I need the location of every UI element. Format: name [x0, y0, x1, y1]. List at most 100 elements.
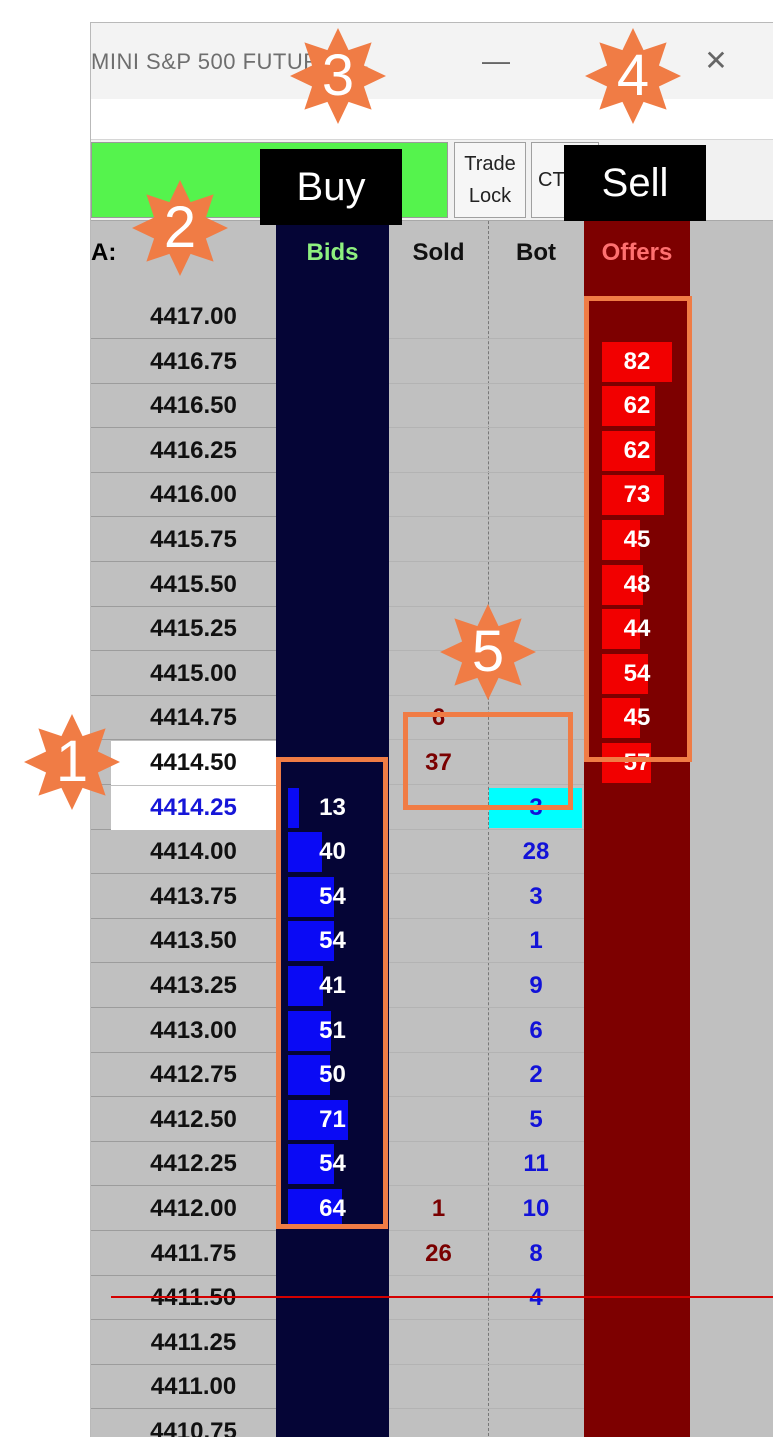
- price-cell[interactable]: 4415.25: [91, 607, 276, 651]
- bot-cell: [488, 518, 584, 562]
- price-cell[interactable]: 4414.50: [111, 741, 276, 785]
- price-cell[interactable]: 4410.75: [91, 1410, 276, 1437]
- offers-callout-box: [584, 296, 692, 762]
- bot-cell: [488, 340, 584, 384]
- bid-cell[interactable]: [276, 652, 389, 696]
- bid-cell[interactable]: [276, 518, 389, 562]
- price-cell[interactable]: 4413.50: [91, 919, 276, 963]
- bid-cell[interactable]: [276, 607, 389, 651]
- price-cell[interactable]: 4416.00: [91, 473, 276, 517]
- bid-cell[interactable]: [276, 295, 389, 339]
- ladder-row[interactable]: 4411.75 26 8: [91, 1232, 773, 1276]
- bot-cell: 28: [522, 838, 550, 866]
- ladder-row[interactable]: 4412.50 71 5: [91, 1098, 773, 1142]
- bid-cell[interactable]: [276, 696, 389, 740]
- ladder-row[interactable]: 4414.00 40 28: [91, 830, 773, 875]
- price-cell[interactable]: 4413.00: [91, 1009, 276, 1053]
- offer-cell[interactable]: [584, 1053, 690, 1097]
- bot-cell: 5: [529, 1105, 543, 1133]
- offer-cell[interactable]: [584, 1142, 690, 1186]
- bid-cell[interactable]: [276, 340, 389, 384]
- ladder-row[interactable]: 4413.75 54 3: [91, 875, 773, 919]
- bot-cell: [488, 1321, 584, 1365]
- sold-cell: [389, 429, 488, 473]
- price-cell[interactable]: 4411.00: [91, 1365, 276, 1409]
- price-cell[interactable]: 4415.50: [91, 563, 276, 607]
- sold-header: Sold: [412, 239, 465, 266]
- minimize-button[interactable]: —: [476, 41, 516, 81]
- price-cell[interactable]: 4412.25: [91, 1142, 276, 1186]
- ladder-row[interactable]: 4413.25 41 9: [91, 964, 773, 1008]
- bot-cell: [488, 384, 584, 428]
- sold-cell: [389, 1276, 488, 1320]
- ladder-row[interactable]: 4412.75 50 2: [91, 1053, 773, 1098]
- bot-cell: [488, 563, 584, 607]
- ladder-row[interactable]: 4412.25 54 11: [91, 1142, 773, 1187]
- offer-cell[interactable]: [584, 1009, 690, 1053]
- marker-4-icon: 4: [585, 28, 681, 124]
- price-cell[interactable]: 4411.25: [91, 1321, 276, 1365]
- bot-cell: [488, 429, 584, 473]
- offer-cell[interactable]: [584, 964, 690, 1008]
- bid-cell[interactable]: [276, 1410, 389, 1437]
- price-cell[interactable]: 4414.00: [91, 830, 276, 874]
- price-cell[interactable]: 4411.50: [91, 1276, 276, 1320]
- bid-cell[interactable]: [276, 429, 389, 473]
- sold-cell: [389, 340, 488, 384]
- sold-cell: 1: [431, 1195, 446, 1222]
- sold-cell: [389, 1009, 488, 1053]
- offer-cell[interactable]: [584, 1410, 690, 1437]
- price-cell[interactable]: 4415.75: [91, 518, 276, 562]
- bid-cell[interactable]: [276, 1232, 389, 1276]
- bot-cell: 3: [529, 882, 543, 910]
- sold-cell: [389, 518, 488, 562]
- offer-cell[interactable]: [584, 919, 690, 963]
- sold-cell: [389, 473, 488, 517]
- bid-cell[interactable]: [276, 473, 389, 517]
- price-cell[interactable]: 4413.75: [91, 875, 276, 919]
- offer-cell[interactable]: [584, 1365, 690, 1409]
- price-cell[interactable]: 4413.25: [91, 964, 276, 1008]
- offer-cell[interactable]: [584, 1232, 690, 1276]
- ladder-row[interactable]: 4410.75: [91, 1410, 773, 1437]
- ladder-row[interactable]: 4411.50 4: [91, 1276, 773, 1321]
- offer-cell[interactable]: [584, 830, 690, 874]
- price-cell[interactable]: 4412.00: [91, 1187, 276, 1231]
- offer-cell[interactable]: [584, 875, 690, 919]
- close-button[interactable]: ✕: [696, 41, 736, 81]
- price-cell[interactable]: 4416.25: [91, 429, 276, 473]
- sold-cell: [389, 1321, 488, 1365]
- offer-cell[interactable]: [584, 1321, 690, 1365]
- offer-cell[interactable]: [584, 786, 690, 830]
- bot-cell: [488, 1365, 584, 1409]
- offer-cell[interactable]: [584, 1187, 690, 1231]
- bid-cell[interactable]: [276, 1276, 389, 1320]
- price-cell[interactable]: 4412.75: [91, 1053, 276, 1097]
- bot-cell: [488, 295, 584, 339]
- ladder-row[interactable]: 4411.25: [91, 1321, 773, 1365]
- bid-cell[interactable]: [276, 384, 389, 428]
- price-cell[interactable]: 4416.75: [91, 340, 276, 384]
- bid-cell[interactable]: [276, 1321, 389, 1365]
- price-cell[interactable]: 4417.00: [91, 295, 276, 339]
- sold-cell: [389, 964, 488, 1008]
- price-cell[interactable]: 4411.75: [91, 1232, 276, 1276]
- sold-cell: [389, 875, 488, 919]
- bid-cell[interactable]: [276, 563, 389, 607]
- ladder-row[interactable]: 4413.00 51 6: [91, 1009, 773, 1053]
- ladder-row[interactable]: 4413.50 54 1: [91, 919, 773, 964]
- offer-cell[interactable]: [584, 1098, 690, 1142]
- price-cell[interactable]: 4416.50: [91, 384, 276, 428]
- ladder-row[interactable]: 4412.00 64 1 10: [91, 1187, 773, 1231]
- trade-lock-button[interactable]: Trade Lock: [454, 142, 526, 218]
- price-cell[interactable]: 4414.25: [111, 785, 276, 830]
- sold-cell: [389, 830, 488, 874]
- sold-cell: [389, 1053, 488, 1097]
- bid-cell[interactable]: [276, 1365, 389, 1409]
- trades-callout-box: [403, 712, 573, 810]
- price-cell[interactable]: 4412.50: [91, 1098, 276, 1142]
- price-cell[interactable]: 4415.00: [91, 652, 276, 696]
- bot-cell: 4: [488, 1276, 584, 1320]
- ladder-row[interactable]: 4411.00: [91, 1365, 773, 1410]
- offer-cell[interactable]: [584, 1276, 690, 1320]
